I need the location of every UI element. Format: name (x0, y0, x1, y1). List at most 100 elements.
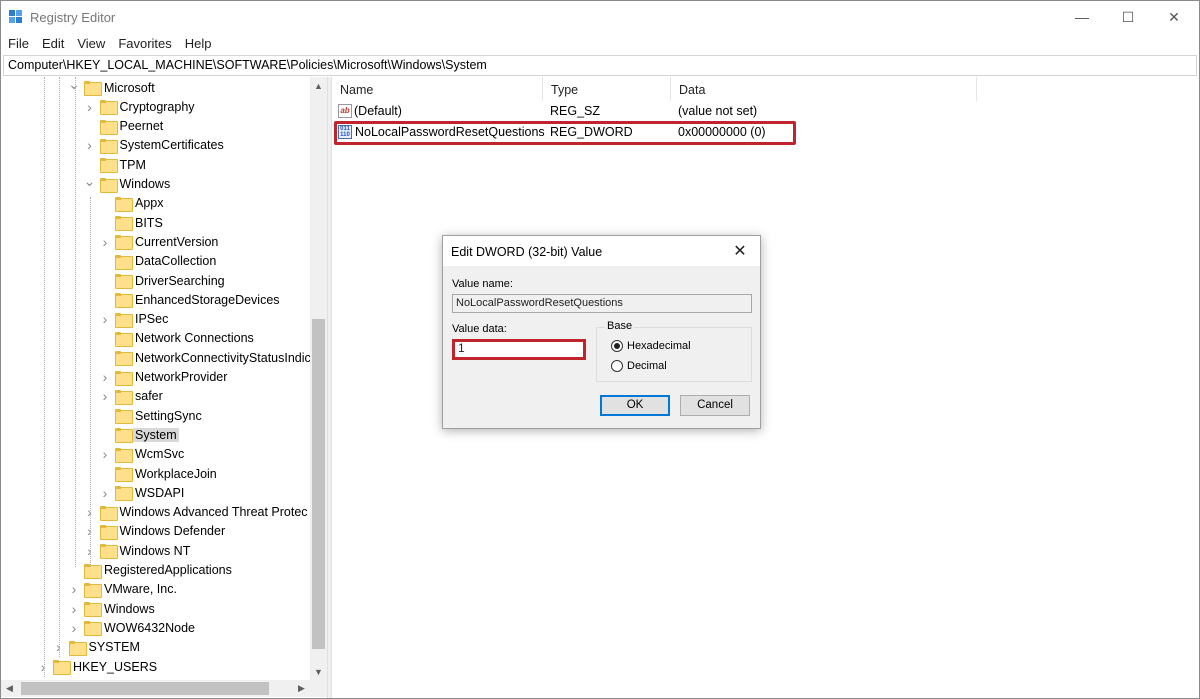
value-data-label: Value data: (452, 323, 507, 335)
close-button[interactable]: ✕ (1151, 1, 1197, 33)
tree-item[interactable]: EnhancedStorageDevices (100, 290, 280, 309)
value-name-field[interactable]: NoLocalPasswordResetQuestions (452, 294, 752, 313)
menu-file[interactable]: File (1, 34, 35, 54)
chevron-right-icon[interactable]: › (69, 618, 79, 637)
value-name: (Default) (354, 104, 402, 118)
minimize-button[interactable]: — (1059, 1, 1105, 33)
scroll-up-arrow-icon[interactable]: ▲ (310, 77, 327, 94)
tree-item[interactable]: SettingSync (100, 406, 202, 425)
menu-edit[interactable]: Edit (35, 34, 70, 54)
tree-item[interactable]: › VMware, Inc. (69, 580, 177, 599)
folder-icon (53, 660, 71, 675)
tree-connector (100, 213, 110, 232)
folder-icon (84, 81, 102, 96)
tree-item-label: SystemCertificates (119, 138, 224, 153)
radio-hexadecimal[interactable]: Hexadecimal (611, 340, 691, 352)
tree-item-label: Windows Defender (119, 524, 226, 539)
menu-favorites[interactable]: Favorites (111, 34, 177, 54)
tree-item[interactable]: › WOW6432Node (69, 618, 195, 637)
tree-item[interactable]: System (100, 425, 179, 444)
tree-item[interactable]: RegisteredApplications (69, 561, 232, 580)
folder-icon (115, 389, 133, 405)
tree-item[interactable]: DataCollection (100, 252, 216, 271)
chevron-right-icon[interactable]: › (100, 483, 110, 502)
tree-item[interactable]: WorkplaceJoin (100, 464, 217, 483)
tree-item[interactable]: Peernet (85, 117, 163, 136)
tree-item[interactable]: › Windows Defender (85, 522, 226, 541)
tree-item[interactable]: › SYSTEM (54, 638, 140, 657)
tree-item[interactable]: › Windows Advanced Threat Protec (85, 503, 308, 522)
tree-item[interactable]: ⌄ Windows (84, 172, 170, 194)
value-data: (value not set) (678, 104, 758, 118)
tree-item[interactable]: Appx (100, 194, 164, 213)
tree-vertical-scroll-thumb[interactable] (312, 319, 325, 649)
tree-item[interactable]: › WSDAPI (100, 483, 184, 502)
tree-item[interactable]: ⌄ Microsoft (68, 77, 155, 97)
chevron-right-icon[interactable]: › (100, 310, 110, 329)
folder-icon (84, 621, 102, 637)
chevron-right-icon[interactable]: › (69, 599, 79, 618)
tree-item[interactable]: Network Connections (100, 329, 254, 348)
chevron-right-icon[interactable]: › (69, 580, 79, 599)
tree-horizontal-scroll-thumb[interactable] (21, 682, 269, 695)
tree-item-label: SYSTEM (88, 640, 140, 655)
tree-vertical-scrollbar[interactable]: ▲ ▼ (310, 77, 327, 680)
tree-item-label: WSDAPI (135, 485, 185, 500)
tree-item[interactable]: › Windows (69, 599, 155, 618)
tree-item-label: Network Connections (135, 331, 254, 346)
tree-connector (100, 271, 110, 290)
tree-item[interactable]: › WcmSvc (100, 445, 184, 464)
chevron-right-icon[interactable]: › (100, 387, 110, 406)
folder-icon (99, 100, 118, 116)
scroll-down-arrow-icon[interactable]: ▼ (310, 663, 327, 680)
radio-hexadecimal-label: Hexadecimal (627, 340, 691, 352)
maximize-button[interactable]: ☐ (1105, 1, 1151, 33)
folder-icon (99, 177, 118, 193)
column-header-name[interactable]: Name (332, 77, 543, 101)
radio-decimal[interactable]: Decimal (611, 360, 667, 372)
tree-item-label: EnhancedStorageDevices (135, 292, 280, 307)
tree-item[interactable]: › Windows NT (85, 541, 190, 560)
chevron-right-icon[interactable]: › (85, 136, 95, 155)
chevron-right-icon[interactable]: › (100, 368, 110, 387)
tree-guide-line (44, 77, 45, 677)
tree-item-label: Windows Advanced Threat Protec (119, 505, 308, 520)
tree-item[interactable]: DriverSearching (100, 271, 225, 290)
tree-item[interactable]: › CurrentVersion (100, 232, 218, 251)
folder-icon (84, 602, 102, 618)
chevron-down-icon[interactable]: ⌄ (84, 172, 96, 191)
folder-icon (84, 582, 102, 598)
tree-connector (100, 348, 110, 367)
scroll-left-arrow-icon[interactable]: ◀ (1, 680, 18, 697)
tree-item[interactable]: › HKEY_USERS (38, 657, 157, 676)
chevron-down-icon[interactable]: ⌄ (68, 77, 80, 94)
value-data-field[interactable]: 1 (452, 339, 586, 360)
column-header-type[interactable]: Type (543, 77, 671, 101)
tree-item[interactable]: › IPSec (100, 310, 168, 329)
ok-button[interactable]: OK (600, 395, 670, 416)
value-name-label: Value name: (452, 278, 513, 290)
list-row-default[interactable]: ab (Default) REG_SZ (value not set) (332, 101, 1199, 121)
tree-item[interactable]: › safer (100, 387, 163, 406)
chevron-right-icon[interactable]: › (100, 445, 110, 464)
dialog-close-icon[interactable]: ✕ (730, 241, 750, 261)
tree-item[interactable]: BITS (100, 213, 163, 232)
cancel-button[interactable]: Cancel (680, 395, 750, 416)
tree-item[interactable]: NetworkConnectivityStatusIndic (100, 348, 311, 367)
menu-help[interactable]: Help (178, 34, 218, 54)
scroll-right-arrow-icon[interactable]: ▶ (293, 680, 310, 697)
folder-icon (115, 216, 133, 232)
chevron-right-icon[interactable]: › (100, 232, 110, 251)
tree-horizontal-scrollbar[interactable]: ◀ ▶ (1, 680, 310, 697)
registry-tree[interactable]: ⌄ Microsoft › Cryptography Peernet › SystemCer… (1, 77, 327, 680)
folder-icon (115, 235, 133, 251)
address-bar[interactable]: Computer\HKEY_LOCAL_MACHINE\SOFTWARE\Pol… (3, 55, 1197, 76)
chevron-right-icon[interactable]: › (85, 97, 95, 116)
menu-view[interactable]: View (70, 34, 111, 54)
tree-item[interactable]: › Cryptography (85, 97, 195, 116)
chevron-right-icon[interactable]: › (38, 657, 48, 676)
folder-icon (115, 254, 133, 270)
tree-item[interactable]: › SystemCertificates (85, 136, 224, 155)
tree-item[interactable]: › NetworkProvider (100, 368, 227, 387)
column-header-data[interactable]: Data (671, 77, 977, 101)
